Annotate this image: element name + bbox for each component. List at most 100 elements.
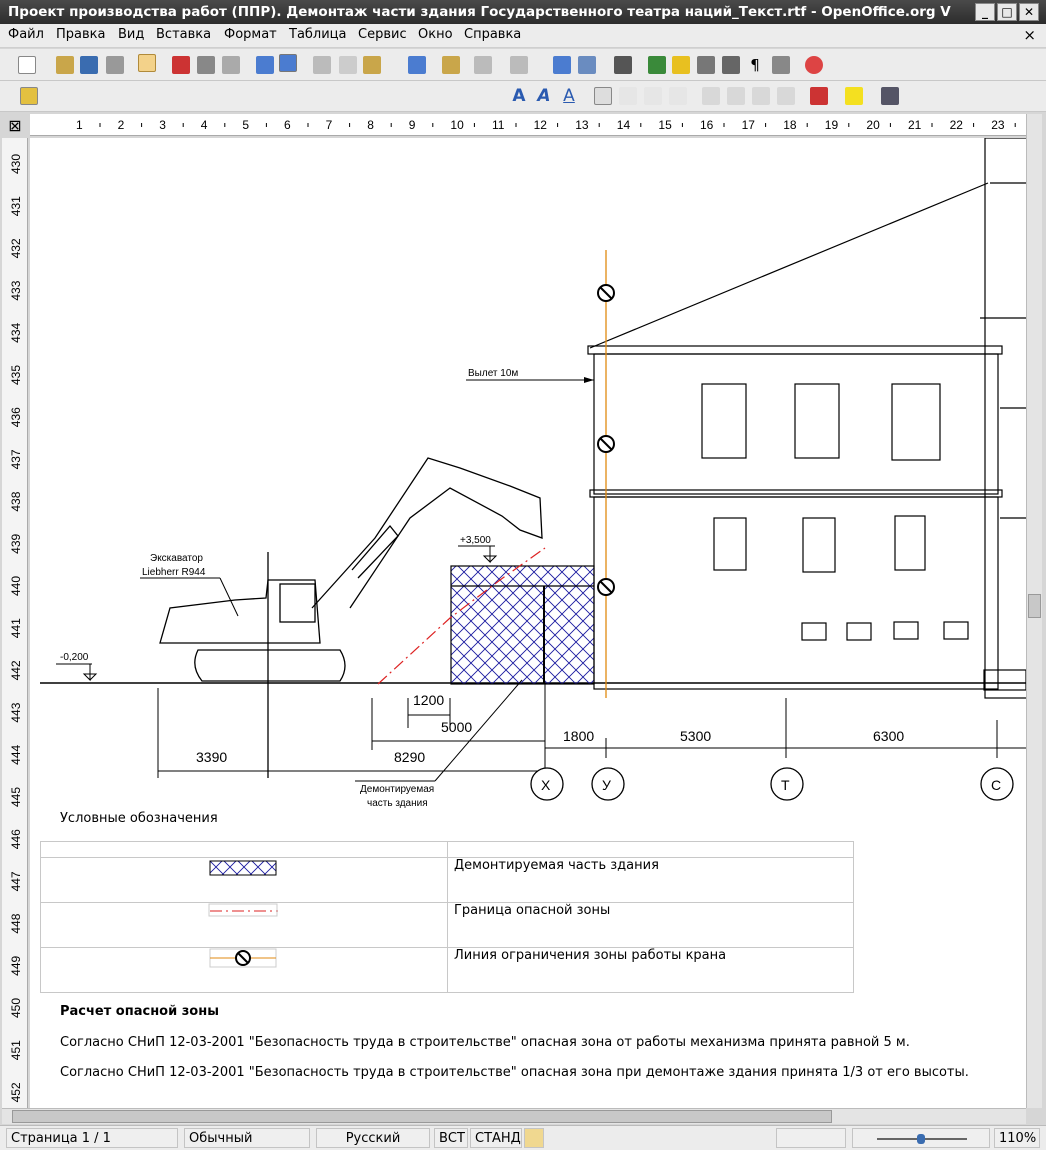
align-right-icon[interactable] [644,87,662,105]
menu-help[interactable]: Справка [464,27,521,42]
justify-icon[interactable] [669,87,687,105]
zoom-level[interactable]: 110% [994,1128,1040,1148]
italic-icon[interactable]: A [535,87,553,105]
vruler-tick-label: 430 [9,154,23,174]
menu-edit[interactable]: Правка [56,27,105,42]
document-page[interactable]: Вылет 10м Экскаватор Liebherr R944 +3,50… [30,138,1026,1108]
undo-icon[interactable] [474,56,492,74]
status-selection-mode[interactable]: СТАНД [470,1128,522,1148]
print-icon[interactable] [197,56,215,74]
vertical-ruler-ticks: 430 431 432 433 434 435 436 437 438 439 440 441 442 4… [9,154,23,1103]
status-page-style[interactable]: Обычный [184,1128,310,1148]
level-ground: -0,200 [60,652,89,663]
hyperlink-icon[interactable] [553,56,571,74]
align-center-icon[interactable] [619,87,637,105]
standard-toolbar: ¶ [0,49,1046,81]
zoom-icon[interactable] [772,56,790,74]
menu-format[interactable]: Формат [224,27,277,42]
edit-mode-icon[interactable] [138,54,156,72]
font-color-icon[interactable] [810,87,828,105]
cut-icon[interactable] [313,56,331,74]
decrease-indent-icon[interactable] [752,87,770,105]
zoom-slider[interactable] [852,1128,990,1148]
axis-s: С [991,777,1001,793]
horizontal-scrollbar[interactable] [2,1108,1026,1124]
styles-icon[interactable] [20,87,38,105]
ruler-tick-label: 1 [76,118,83,132]
redo-icon[interactable] [510,56,528,74]
vruler-tick-label: 434 [9,322,23,342]
maximize-button[interactable]: □ [997,3,1017,21]
underline-icon[interactable]: A [560,87,578,105]
status-language[interactable]: Русский [316,1128,430,1148]
table-icon[interactable] [578,56,596,74]
background-color-icon[interactable] [881,87,899,105]
axis-x: Х [541,777,551,793]
export-pdf-icon[interactable] [172,56,190,74]
legend-label-crane: Линия ограничения зоны работы крана [447,947,854,993]
paste-icon[interactable] [363,56,381,74]
clone-formatting-icon[interactable] [408,56,426,74]
gallery-icon[interactable] [697,56,715,74]
close-window-button[interactable]: ✕ [1019,3,1039,21]
datasources-icon[interactable] [722,56,740,74]
highlight-icon[interactable] [845,87,863,105]
vruler-tick-label: 448 [9,913,23,933]
scroll-thumb[interactable] [1028,594,1041,618]
crane-limit-sample-icon [209,948,277,968]
menu-bar: Файл Правка Вид Вставка Формат Таблица С… [0,24,1046,48]
menu-insert[interactable]: Вставка [156,27,211,42]
autospellcheck-icon[interactable] [279,54,297,72]
zoom-thumb[interactable] [917,1134,925,1144]
legend-row: Демонтируемая часть здания [40,857,854,903]
numbering-icon[interactable] [702,87,720,105]
status-insert-mode[interactable]: ВСТ [434,1128,468,1148]
find-replace-icon[interactable] [648,56,666,74]
tab-stop-icon[interactable]: ⊠ [4,116,26,136]
open-icon[interactable] [56,56,74,74]
menu-tools[interactable]: Сервис [358,27,407,42]
excavator-label-2: Liebherr R944 [142,567,206,578]
help-icon[interactable] [805,56,823,74]
show-draw-functions-icon[interactable] [614,56,632,74]
navigator-icon[interactable] [672,56,690,74]
save-icon[interactable] [80,56,98,74]
align-left-icon[interactable] [594,87,612,105]
ruler-tick-label: 19 [825,118,839,132]
dim-6300: 6300 [873,728,904,744]
menu-table[interactable]: Таблица [289,27,347,42]
print-preview-icon[interactable] [222,56,240,74]
bullets-icon[interactable] [727,87,745,105]
spellcheck-icon[interactable] [256,56,274,74]
bold-icon[interactable]: A [510,87,528,105]
vruler-tick-label: 449 [9,955,23,975]
menu-file[interactable]: Файл [8,27,44,42]
ruler-tick-label: 23 [991,118,1005,132]
view-layout-icons[interactable] [776,1128,846,1148]
pilcrow-icon[interactable]: ¶ [746,56,764,74]
vruler-tick-label: 440 [9,576,23,596]
horizontal-ruler[interactable]: 1 2 3 4 5 6 7 8 9 10 11 12 13 14 15 16 17 18 19 20 21 22 23 [30,114,1026,136]
legend-row: Линия ограничения зоны работы крана [40,947,854,993]
vertical-scrollbar[interactable] [1026,114,1042,1108]
paragraph-1: Согласно СНиП 12-03-2001 "Безопасность т… [60,1035,910,1050]
legend-label-demolish: Демонтируемая часть здания [447,857,854,903]
ruler-tick-label: 3 [159,118,166,132]
minimize-button[interactable]: _ [975,3,995,21]
dim-8290: 8290 [394,749,425,765]
menu-view[interactable]: Вид [118,27,144,42]
copy-icon[interactable] [339,56,357,74]
close-document-button[interactable]: × [1023,26,1036,44]
window-title: Проект производства работ (ППР). Демонта… [8,4,951,20]
vertical-ruler[interactable]: 430 431 432 433 434 435 436 437 438 439 440 441 442 4… [2,138,28,1108]
brush-icon[interactable] [442,56,460,74]
axis-u: У [602,777,611,793]
menu-window[interactable]: Окно [418,27,453,42]
increase-indent-icon[interactable] [777,87,795,105]
vruler-tick-label: 435 [9,365,23,385]
new-document-icon[interactable] [18,56,36,74]
dim-1800: 1800 [563,728,594,744]
email-icon[interactable] [106,56,124,74]
scroll-thumb[interactable] [12,1110,832,1123]
vruler-tick-label: 441 [9,618,23,638]
